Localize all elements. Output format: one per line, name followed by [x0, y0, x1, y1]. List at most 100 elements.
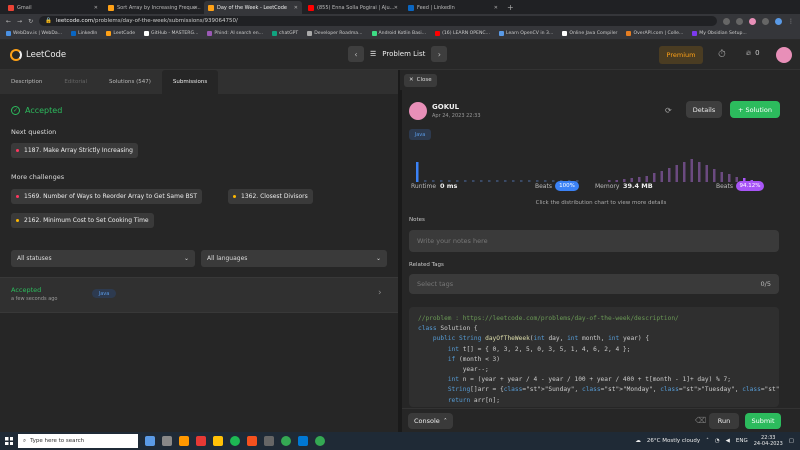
share-icon[interactable]: ⟳: [665, 106, 672, 115]
back-icon[interactable]: ←: [6, 18, 11, 25]
streak-counter[interactable]: 🔥︎ 0: [746, 49, 760, 58]
bookmark-item[interactable]: LeetCode: [106, 31, 135, 36]
bookmark-label: LeetCode: [113, 31, 136, 36]
bookmark-item[interactable]: GitHub - MASTERG...: [144, 31, 198, 36]
memory-distribution-bar: [608, 180, 611, 182]
timer-icon[interactable]: ⏱: [718, 49, 726, 60]
chrome-icon[interactable]: [281, 436, 291, 446]
bookmark-item[interactable]: chatGPT: [272, 31, 298, 36]
taskbar-search[interactable]: ⌕ Type here to search: [18, 434, 138, 448]
next-question-chip[interactable]: 1187. Make Array Strictly Increasing: [11, 143, 138, 158]
challenge-chip[interactable]: 1362. Closest Divisors: [228, 189, 313, 204]
bookmark-item[interactable]: Learn OpenCV in 3...: [498, 31, 553, 36]
widgets-icon[interactable]: [145, 436, 155, 446]
bookmark-item[interactable]: Online Java Compiler: [562, 31, 617, 36]
bookmark-item[interactable]: OverAPI.com | Colle...: [626, 31, 683, 36]
problem-list-label[interactable]: Problem List: [382, 50, 425, 58]
close-tab-icon[interactable]: ✕: [94, 5, 98, 11]
leetcode-logo[interactable]: LeetCode: [10, 48, 67, 61]
runtime-distribution-bar: [512, 180, 515, 182]
tab-favicon-icon: [408, 4, 414, 11]
start-button[interactable]: [0, 432, 18, 450]
weather-icon[interactable]: ☁: [635, 438, 641, 444]
tags-select[interactable]: Select tags 0/5: [409, 274, 779, 294]
tab-editorial[interactable]: Editorial: [53, 70, 98, 94]
run-button[interactable]: Run: [709, 413, 739, 429]
bookmark-item[interactable]: My Obsidian Setup...: [692, 31, 747, 36]
file-explorer-icon[interactable]: [213, 436, 223, 446]
bookmark-icon: [626, 31, 632, 36]
user-name[interactable]: GOKUL: [432, 103, 459, 111]
taskbar-search-placeholder: Type here to search: [30, 438, 85, 444]
volume-icon[interactable]: ◀: [726, 438, 730, 444]
clock[interactable]: 22:33 24-04-2023: [754, 435, 783, 448]
bookmark-item[interactable]: Phind: AI search en...: [207, 31, 263, 36]
bookmark-star-icon[interactable]: [736, 17, 743, 25]
code-viewer[interactable]: //problem : https://leetcode.com/problem…: [409, 307, 779, 407]
next-problem-button[interactable]: ›: [431, 46, 448, 62]
tab-submissions[interactable]: Submissions: [161, 70, 219, 94]
distribution-chart[interactable]: [402, 146, 800, 182]
status-filter-select[interactable]: All statuses ⌄: [11, 250, 195, 267]
submission-detail-panel: GOKUL Apr 24, 2023 22:33 ⟳ Details + Solu…: [402, 90, 800, 432]
bookmark-item[interactable]: WebDav.is | WebDa...: [6, 31, 62, 36]
extensions-puzzle-icon[interactable]: [762, 17, 769, 25]
submit-button[interactable]: Submit: [745, 413, 781, 429]
close-tab-icon[interactable]: ✕: [394, 5, 398, 11]
browser-tab[interactable]: Sort Array by Increasing Freque... ✕: [104, 1, 202, 14]
app-icon[interactable]: [196, 436, 206, 446]
bookmark-label: (16) LEARN OPENC...: [442, 31, 490, 36]
trash-icon[interactable]: ⌫: [695, 416, 706, 425]
url-field[interactable]: 🔒 leetcode.com/problems/day-of-the-week/…: [39, 16, 717, 26]
app-icon[interactable]: [247, 436, 257, 446]
bookmark-item[interactable]: Android Kotlin Basi...: [371, 31, 427, 36]
bookmark-icon: [307, 31, 313, 36]
tab-description[interactable]: Description: [0, 70, 53, 94]
browser-tab[interactable]: Feed | LinkedIn ✕: [404, 1, 502, 14]
notifications-icon[interactable]: ▢: [789, 438, 794, 444]
avatar[interactable]: [776, 47, 792, 63]
notes-input[interactable]: Write your notes here: [409, 230, 779, 252]
close-tab-icon[interactable]: ✕: [294, 5, 298, 11]
challenge-chip[interactable]: 2162. Minimum Cost to Set Cooking Time: [11, 213, 154, 228]
bookmarks-bar: WebDav.is | WebDa... LinkedIn LeetCode GitH…: [0, 28, 800, 40]
bookmark-label: Android Kotlin Basi...: [378, 31, 427, 36]
tray-chevron-icon[interactable]: ˄: [706, 438, 709, 444]
close-tab-icon[interactable]: ✕: [194, 5, 198, 11]
console-button[interactable]: Console ˄: [408, 413, 453, 429]
forward-icon[interactable]: →: [17, 18, 22, 25]
close-tab-icon[interactable]: ✕: [494, 5, 498, 11]
spotify-icon[interactable]: [230, 436, 240, 446]
prev-problem-button[interactable]: ‹: [348, 46, 364, 62]
bookmark-item[interactable]: (16) LEARN OPENC...: [435, 31, 490, 36]
reload-icon[interactable]: ↻: [28, 18, 33, 25]
browser-tab[interactable]: (855) Enna Solla Pogirai | Aju... ✕: [304, 1, 402, 14]
vscode-icon[interactable]: [298, 436, 308, 446]
challenge-chip[interactable]: 1569. Number of Ways to Reorder Array to…: [11, 189, 203, 204]
solution-button[interactable]: + Solution: [730, 101, 780, 118]
chrome-icon[interactable]: [315, 436, 325, 446]
details-button[interactable]: Details: [686, 101, 722, 118]
premium-button[interactable]: Premium: [659, 46, 703, 64]
bookmark-item[interactable]: Developer Roadma...: [307, 31, 363, 36]
submission-row[interactable]: Accepted a few seconds ago Java ›: [0, 277, 398, 313]
task-view-icon[interactable]: [162, 436, 172, 446]
menu-icon[interactable]: ⋮: [788, 18, 794, 25]
extension-icon[interactable]: [749, 17, 756, 25]
language-indicator[interactable]: ENG: [736, 438, 748, 444]
tab-solutions[interactable]: Solutions (547): [98, 70, 162, 94]
new-tab-button[interactable]: +: [507, 1, 514, 14]
app-icon[interactable]: [264, 436, 274, 446]
bookmark-item[interactable]: LinkedIn: [71, 31, 97, 36]
app-icon[interactable]: [179, 436, 189, 446]
browser-tab[interactable]: Gmail ✕: [4, 1, 102, 14]
address-bar-row: ← → ↻ 🔒 leetcode.com/problems/day-of-the…: [0, 14, 800, 28]
wifi-icon[interactable]: ◔: [715, 438, 720, 444]
browser-tab[interactable]: Day of the Week - LeetCode ✕: [204, 1, 302, 14]
weather-text[interactable]: 26°C Mostly cloudy: [647, 438, 700, 444]
language-filter-select[interactable]: All languages ⌄: [201, 250, 387, 267]
logo-text: LeetCode: [26, 49, 67, 60]
profile-icon[interactable]: [775, 17, 782, 25]
share-icon[interactable]: [723, 17, 730, 25]
close-button[interactable]: ✕ Close: [404, 73, 437, 87]
